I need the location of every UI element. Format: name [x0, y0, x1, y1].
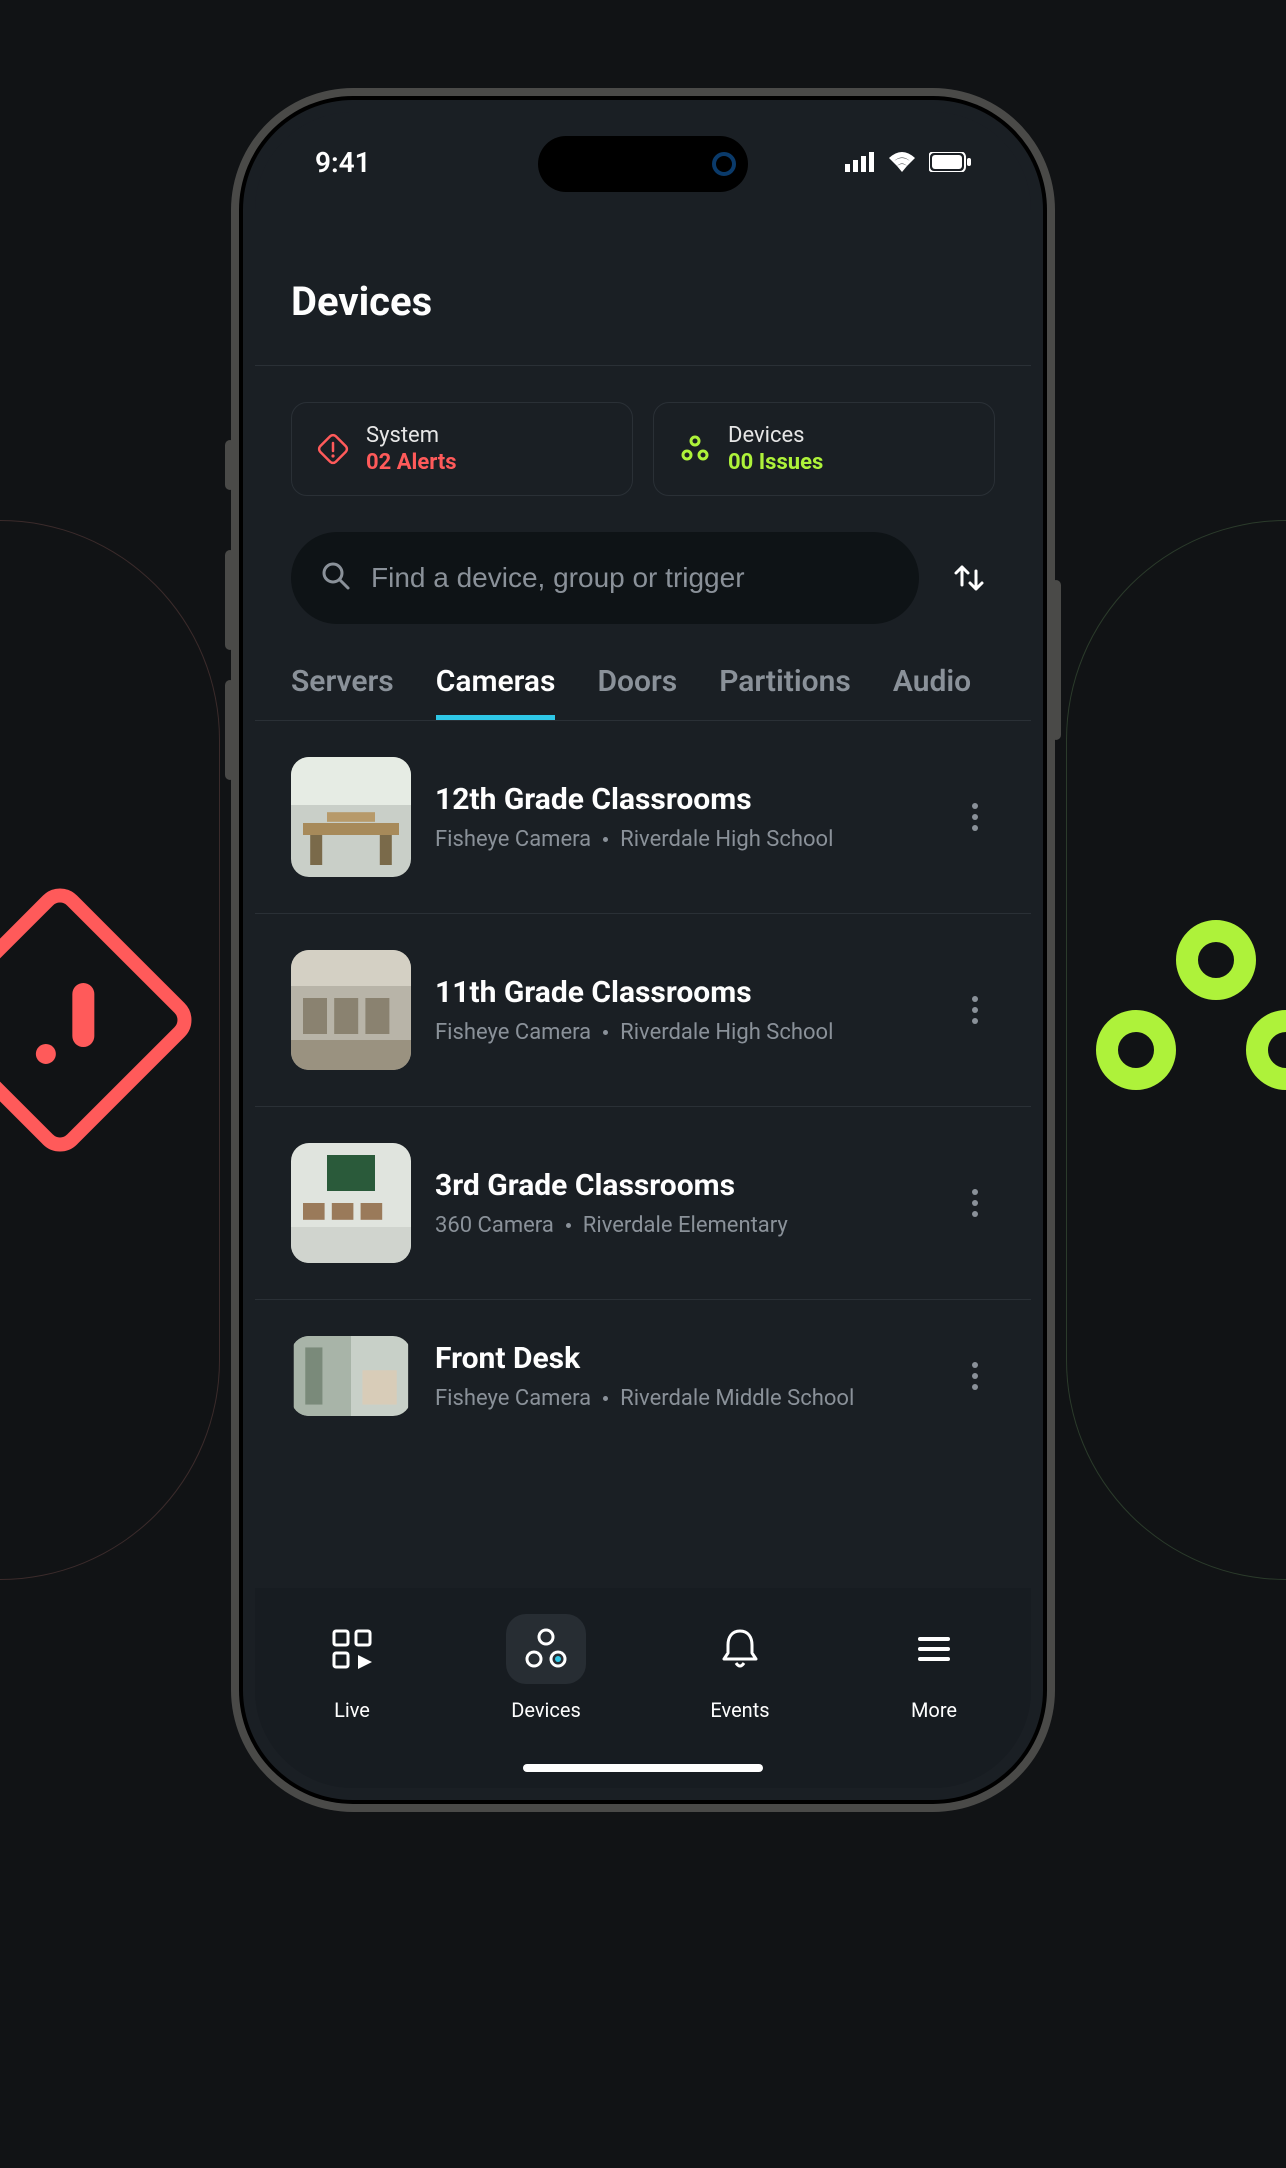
- list-item[interactable]: 12th Grade Classrooms Fisheye Camera Riv…: [255, 721, 1031, 914]
- nav-label: Devices: [511, 1698, 581, 1722]
- camera-thumbnail: [291, 1143, 411, 1263]
- tab-servers[interactable]: Servers: [291, 664, 394, 720]
- battery-icon: [929, 146, 971, 179]
- separator-dot-icon: [603, 1396, 608, 1401]
- phone-side-button: [1051, 580, 1061, 740]
- item-more-button[interactable]: [955, 797, 995, 837]
- devices-card-label: Devices: [728, 423, 823, 448]
- tab-audio[interactable]: Audio: [893, 664, 971, 720]
- system-card-value: 02 Alerts: [366, 450, 457, 475]
- menu-icon: [894, 1614, 974, 1684]
- camera-location: Riverdale Middle School: [620, 1386, 854, 1411]
- camera-list: 12th Grade Classrooms Fisheye Camera Riv…: [255, 721, 1031, 1452]
- separator-dot-icon: [566, 1223, 571, 1228]
- camera-type: Fisheye Camera: [435, 827, 591, 852]
- wifi-icon: [887, 146, 917, 179]
- alert-diamond-icon: [316, 432, 350, 466]
- nav-more[interactable]: More: [874, 1614, 994, 1722]
- phone-side-button: [225, 550, 235, 650]
- tab-partitions[interactable]: Partitions: [719, 664, 851, 720]
- system-alerts-card[interactable]: System 02 Alerts: [291, 402, 633, 496]
- camera-location: Riverdale Elementary: [583, 1213, 788, 1238]
- tab-cameras[interactable]: Cameras: [436, 664, 556, 720]
- tab-doors[interactable]: Doors: [597, 664, 677, 720]
- header-divider: [255, 365, 1031, 366]
- nav-label: Events: [710, 1698, 769, 1722]
- separator-dot-icon: [603, 1030, 608, 1035]
- bell-icon: [700, 1614, 780, 1684]
- home-indicator[interactable]: [523, 1764, 763, 1772]
- device-tabs: Servers Cameras Doors Partitions Audio: [291, 664, 995, 720]
- item-more-button[interactable]: [955, 1356, 995, 1396]
- camera-type: Fisheye Camera: [435, 1386, 591, 1411]
- item-more-button[interactable]: [955, 990, 995, 1030]
- status-time: 9:41: [315, 146, 371, 179]
- nav-label: Live: [334, 1698, 370, 1722]
- devices-icon: [506, 1614, 586, 1684]
- separator-dot-icon: [603, 837, 608, 842]
- phone-side-button: [225, 440, 235, 490]
- camera-title: 12th Grade Classrooms: [435, 782, 931, 817]
- search-field[interactable]: [291, 532, 919, 624]
- camera-indicator-icon: [712, 152, 736, 176]
- camera-type: 360 Camera: [435, 1213, 554, 1238]
- dynamic-island: [538, 136, 748, 192]
- camera-thumbnail: [291, 1336, 411, 1416]
- list-item[interactable]: 11th Grade Classrooms Fisheye Camera Riv…: [255, 914, 1031, 1107]
- camera-thumbnail: [291, 950, 411, 1070]
- cluster-icon: [678, 432, 712, 466]
- page-title: Devices: [291, 278, 995, 325]
- camera-title: 11th Grade Classrooms: [435, 975, 931, 1010]
- camera-title: 3rd Grade Classrooms: [435, 1168, 931, 1203]
- sort-button[interactable]: [943, 552, 995, 604]
- item-more-button[interactable]: [955, 1183, 995, 1223]
- camera-type: Fisheye Camera: [435, 1020, 591, 1045]
- device-issues-card[interactable]: Devices 00 Issues: [653, 402, 995, 496]
- list-item[interactable]: 3rd Grade Classrooms 360 Camera Riverdal…: [255, 1107, 1031, 1300]
- cluster-icon: [1096, 920, 1286, 1120]
- camera-location: Riverdale High School: [620, 1020, 833, 1045]
- camera-location: Riverdale High School: [620, 827, 833, 852]
- bottom-nav: Live Devices Events More: [255, 1588, 1031, 1788]
- devices-card-value: 00 Issues: [728, 450, 823, 475]
- phone-screen: 9:41 Devices: [255, 112, 1031, 1788]
- nav-live[interactable]: Live: [292, 1614, 412, 1722]
- camera-thumbnail: [291, 757, 411, 877]
- cellular-icon: [845, 146, 875, 179]
- nav-label: More: [911, 1698, 957, 1722]
- system-card-label: System: [366, 423, 457, 448]
- phone-frame: 9:41 Devices: [243, 100, 1043, 1800]
- live-icon: [312, 1614, 392, 1684]
- nav-devices[interactable]: Devices: [486, 1614, 606, 1722]
- list-item[interactable]: Front Desk Fisheye Camera Riverdale Midd…: [255, 1300, 1031, 1452]
- phone-side-button: [225, 680, 235, 780]
- search-input[interactable]: [371, 562, 889, 594]
- search-icon: [321, 561, 351, 595]
- camera-title: Front Desk: [435, 1341, 931, 1376]
- nav-events[interactable]: Events: [680, 1614, 800, 1722]
